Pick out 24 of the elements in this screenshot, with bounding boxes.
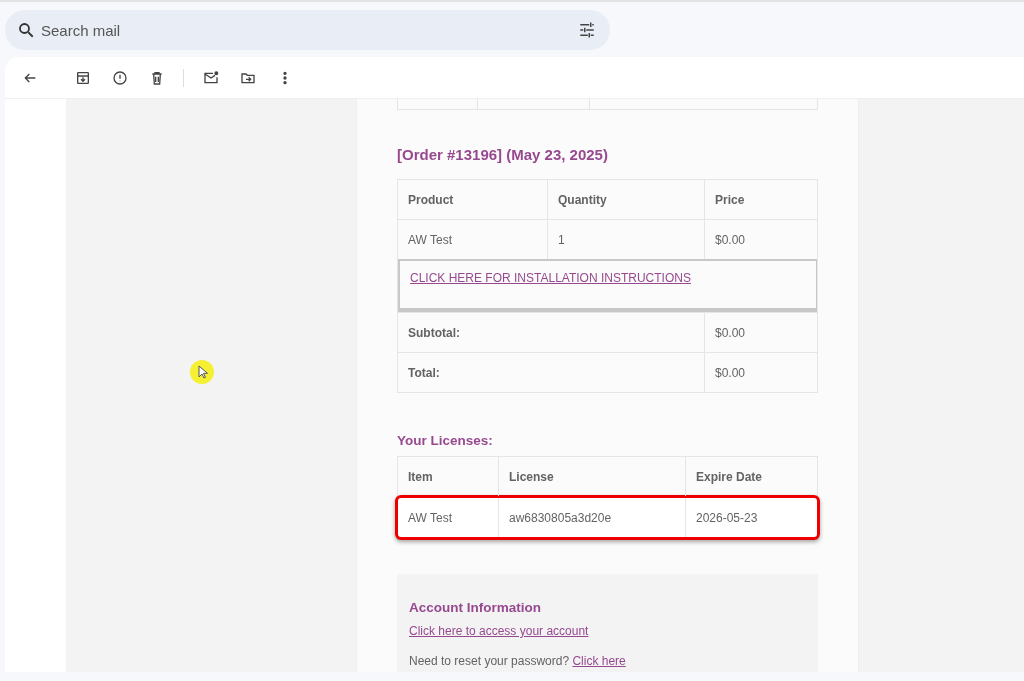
account-link[interactable]: Click here to access your account (409, 624, 589, 638)
reset-password-text: Need to reset your password? Click here (409, 654, 627, 668)
installation-instructions-link[interactable]: CLICK HERE FOR INSTALLATION INSTRUCTIONS (410, 271, 691, 285)
search-field[interactable]: Search mail (5, 10, 610, 50)
order-heading: [Order #13196] (May 23, 2025) (397, 146, 609, 163)
licenses-heading: Your Licenses: (397, 433, 494, 448)
total-value: $0.00 (704, 313, 817, 352)
column-header: Product (407, 191, 455, 209)
table-cell: 2026-05-23 (685, 498, 817, 537)
table-cell: 1 (547, 220, 704, 259)
table-cell-text: AW Test (407, 509, 453, 527)
reset-link[interactable]: Click here (572, 654, 626, 668)
total-label: Subtotal: (407, 324, 461, 342)
column-header: Price (704, 180, 817, 219)
table-cell-text: AW Test (407, 231, 453, 249)
column-header: Item (407, 468, 434, 486)
total-value: $0.00 (704, 353, 817, 392)
column-header: Quantity (547, 180, 704, 219)
account-heading: Account Information (409, 600, 542, 615)
cursor-highlight-icon (190, 360, 214, 384)
total-label: Total: (407, 364, 441, 382)
table-cell: $0.00 (704, 220, 817, 259)
table-cell: aw6830805a3d20e (498, 498, 685, 537)
filter-sliders-icon[interactable] (578, 21, 596, 39)
